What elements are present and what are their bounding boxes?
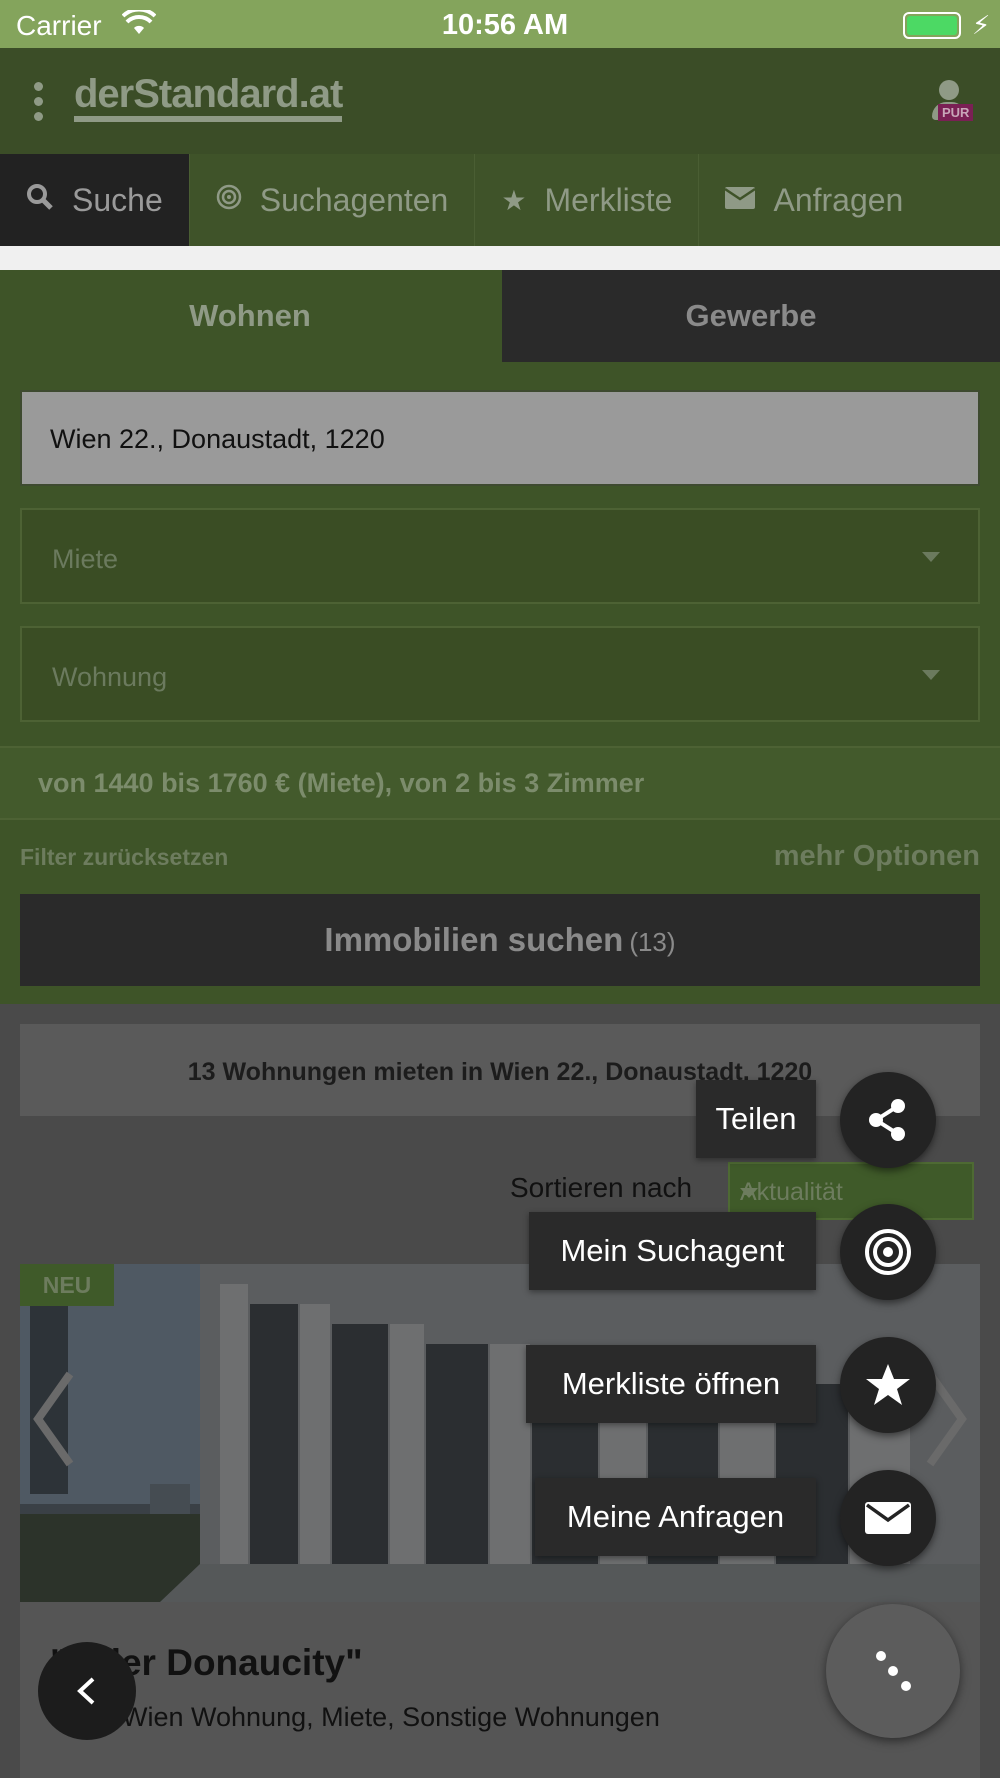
tab-label: Suchagenten [259,181,449,218]
dots-icon [876,1651,911,1691]
category-select[interactable]: Wohnung [20,626,980,722]
menu-label-anfragen[interactable]: Meine Anfragen [535,1478,816,1556]
target-icon [216,184,242,217]
app-header: derStandard.at PUR [0,48,1000,154]
tab-suche[interactable]: Suche [0,154,190,246]
search-submit-button[interactable]: Immobilien suchen (13) [20,894,980,986]
chevron-left-icon[interactable] [30,1364,76,1474]
search-icon [26,183,54,218]
more-menu-icon[interactable] [34,82,48,127]
location-input[interactable]: Wien 22., Donaustadt, 1220 [20,390,980,486]
filter-summary[interactable]: von 1440 bis 1760 € (Miete), von 2 bis 3… [0,746,1000,820]
menu-label-teilen[interactable]: Teilen [696,1080,816,1158]
merkliste-button[interactable] [840,1337,936,1433]
listing-subtitle: Wien Wohnung, Miete, Sonstige Wohnungen [122,1702,660,1732]
filter-summary-text: von 1440 bis 1760 € (Miete), von 2 bis 3… [38,768,645,798]
suchagent-button[interactable] [840,1204,936,1300]
status-bar: Carrier 10:56 AM ⚡ [0,0,1000,48]
category-select-value: Wohnung [52,662,168,692]
results-heading-text: 13 Wohnungen mieten in Wien 22., Donaust… [187,1058,813,1086]
star-icon [866,1364,910,1405]
back-button[interactable] [38,1642,136,1740]
envelope-icon [724,184,757,216]
charging-icon: ⚡ [972,10,991,40]
reset-filter-link[interactable]: Filter zurücksetzen [20,844,228,871]
new-badge: NEU [20,1264,114,1306]
share-button[interactable] [840,1072,936,1168]
segment-control: Wohnen Gewerbe [0,270,1000,362]
type-select-value: Miete [52,544,119,574]
star-icon: ★ [501,184,527,216]
tab-label: Anfragen [773,181,904,218]
menu-label-suchagent[interactable]: Mein Suchagent [529,1212,816,1290]
segment-wohnen[interactable]: Wohnen [0,270,500,362]
segment-gewerbe[interactable]: Gewerbe [502,270,1000,362]
chevron-down-icon [922,552,940,562]
envelope-icon [865,1502,911,1534]
tab-merkliste[interactable]: ★ Merkliste [475,154,700,246]
menu-toggle-button[interactable] [826,1604,960,1738]
results-heading: 13 Wohnungen mieten in Wien 22., Donaust… [20,1024,980,1116]
chevron-left-icon [77,1677,95,1705]
listing-photo[interactable] [20,1264,980,1602]
clock: 10:56 AM [441,9,569,41]
tab-suchagenten[interactable]: Suchagenten [190,154,476,246]
more-options-link[interactable]: mehr Optionen [774,840,980,873]
menu-label-merkliste[interactable]: Merkliste öffnen [526,1345,816,1423]
tab-anfragen[interactable]: Anfragen [699,154,929,246]
chevron-down-icon [740,1188,758,1198]
sort-label: Sortieren nach [510,1172,693,1203]
target-icon [865,1229,911,1275]
battery-icon [903,12,961,39]
pur-badge: PUR [938,104,974,121]
result-count: (13) [629,927,676,957]
anfragen-button[interactable] [840,1470,936,1566]
user-account-icon[interactable]: PUR [928,80,974,130]
logo[interactable]: derStandard.at [74,74,343,122]
type-select[interactable]: Miete [20,508,980,604]
tab-label: Merkliste [544,181,673,218]
main-tabs: Suche Suchagenten ★ Merkliste Anfragen [0,154,1000,246]
tab-label: Suche [72,181,163,218]
share-icon [869,1099,905,1141]
search-submit-label: Immobilien suchen [324,921,624,958]
search-panel: Wohnen Gewerbe Wien 22., Donaustadt, 122… [0,270,1000,1004]
location-value: Wien 22., Donaustadt, 1220 [50,424,385,454]
chevron-down-icon [922,670,940,680]
